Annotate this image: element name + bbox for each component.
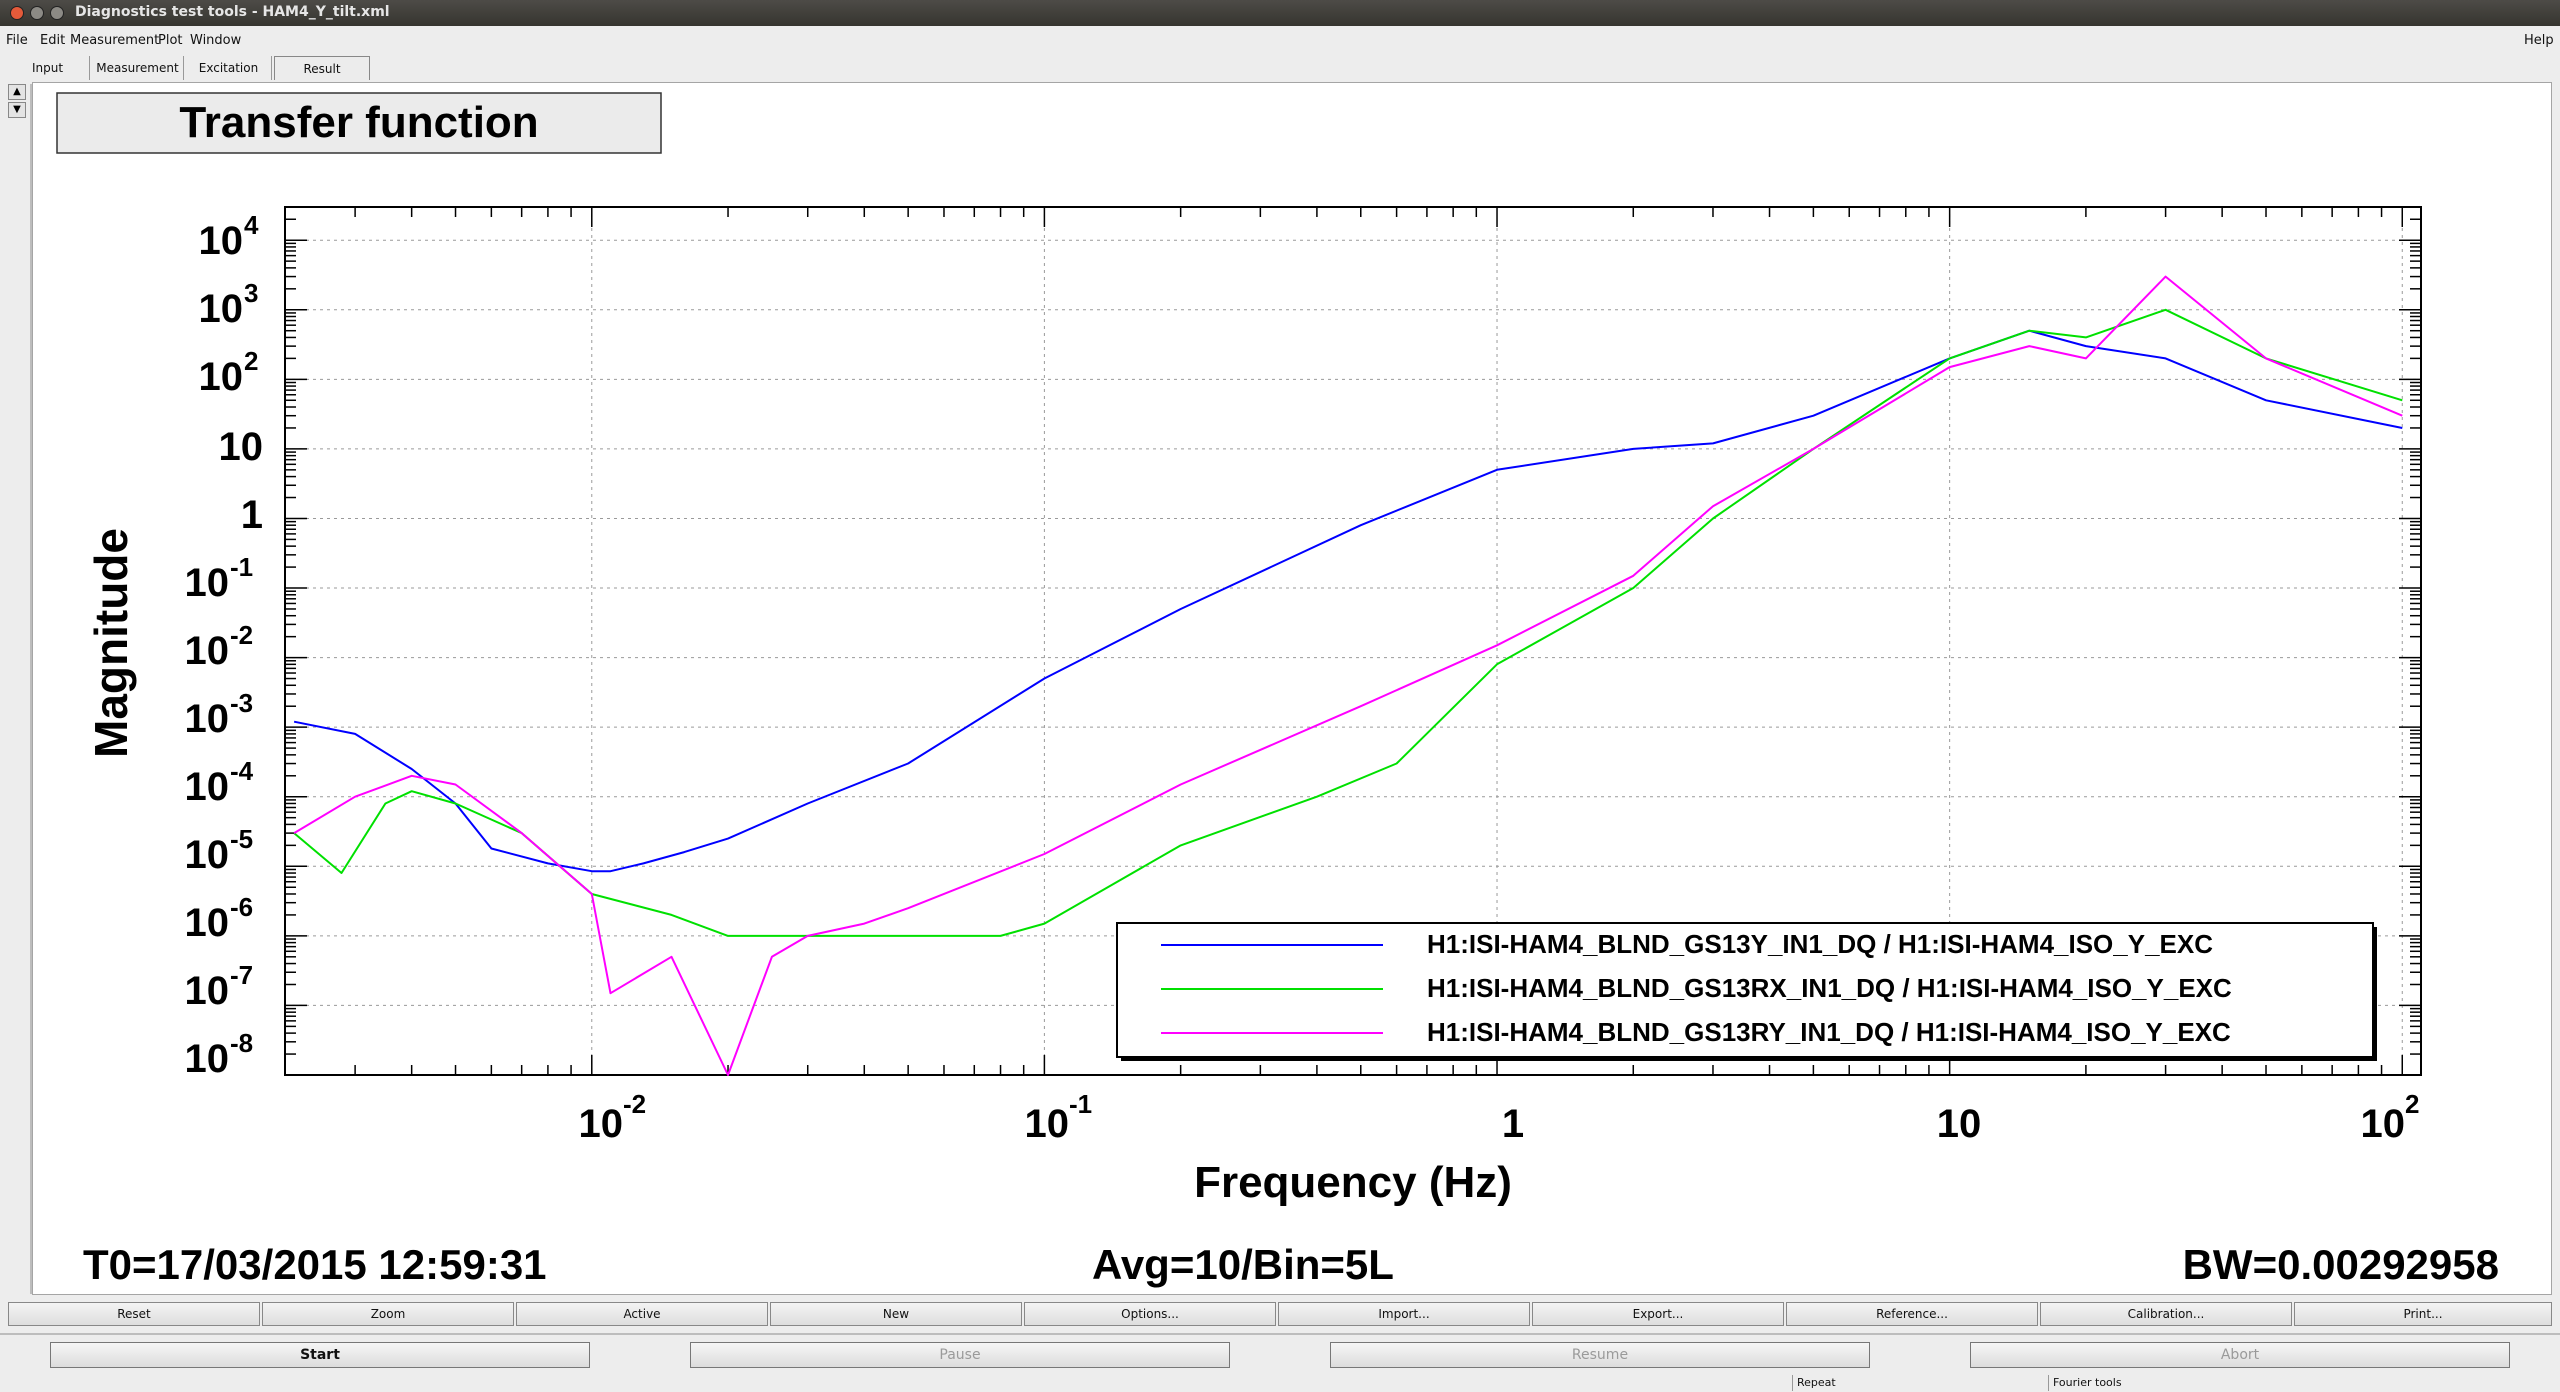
- x-tick-exponent: 2: [2405, 1089, 2419, 1119]
- x-axis-tick-labels: 10 -2 10 -1 1 10 10 2: [579, 1089, 2420, 1146]
- y-tick-exponent: -7: [230, 960, 253, 990]
- footer-averages: Avg=10/Bin=5L: [1092, 1241, 1394, 1288]
- status-bar: Repeat Fourier tools: [0, 1374, 2560, 1392]
- y-tick-label: 10: [219, 425, 264, 469]
- y-tick-exponent: 4: [244, 210, 259, 240]
- maximize-window-button[interactable]: [50, 6, 64, 20]
- menu-file[interactable]: File: [6, 33, 28, 48]
- import-button[interactable]: Import...: [1278, 1302, 1530, 1326]
- scroll-down-button[interactable]: ▼: [8, 102, 26, 118]
- reference-button[interactable]: Reference...: [1786, 1302, 2038, 1326]
- menu-measurement[interactable]: Measurement: [70, 33, 159, 48]
- new-button[interactable]: New: [770, 1302, 1022, 1326]
- x-axis-label: Frequency (Hz): [1194, 1158, 1512, 1207]
- y-tick-label: 10: [185, 629, 230, 673]
- calibration-button[interactable]: Calibration...: [2040, 1302, 2292, 1326]
- footer-bandwidth: BW=0.00292958: [2183, 1241, 2499, 1288]
- y-tick-label: 10: [185, 697, 230, 741]
- y-tick-label: 10: [199, 355, 244, 399]
- y-tick-exponent: -4: [230, 756, 254, 786]
- status-fourier-tools: Fourier tools: [2048, 1375, 2348, 1391]
- legend-shadow: [2373, 927, 2377, 1061]
- abort-button[interactable]: Abort: [1970, 1342, 2510, 1368]
- pause-button[interactable]: Pause: [690, 1342, 1230, 1368]
- legend-shadow: [1121, 1057, 2377, 1061]
- y-axis-tick-labels: 10 4 10 3 10 2 10 1 10 -1 10 -2 10 -3 10…: [185, 210, 264, 1081]
- tab-measurement[interactable]: Measurement: [92, 56, 184, 80]
- y-tick-exponent: 2: [244, 346, 258, 376]
- active-button[interactable]: Active: [516, 1302, 768, 1326]
- y-tick-label: 10: [185, 765, 230, 809]
- y-tick-exponent: -1: [230, 552, 253, 582]
- y-tick-exponent: -8: [230, 1028, 253, 1058]
- y-tick-label: 1: [241, 493, 263, 537]
- legend: H1:ISI-HAM4_BLND_GS13Y_IN1_DQ / H1:ISI-H…: [1116, 922, 2377, 1061]
- series-gs13rx-line: [293, 308, 2403, 937]
- y-tick-label: 10: [185, 901, 230, 945]
- y-tick-label: 10: [199, 219, 244, 263]
- minimize-window-button[interactable]: [30, 6, 44, 20]
- y-tick-label: 10: [185, 1037, 230, 1081]
- resume-button[interactable]: Resume: [1330, 1342, 1870, 1368]
- y-axis-label: Magnitude: [85, 528, 137, 758]
- options-button[interactable]: Options...: [1024, 1302, 1276, 1326]
- footer-start-time: T0=17/03/2015 12:59:31: [83, 1241, 547, 1288]
- y-tick-label: 10: [185, 969, 230, 1013]
- y-tick-exponent: 3: [244, 278, 258, 308]
- diagnostics-window: Diagnostics test tools - HAM4_Y_tilt.xml…: [0, 0, 2560, 1392]
- plot-toolbar: Reset Zoom Active New Options... Import.…: [8, 1302, 2552, 1328]
- x-tick-exponent: -1: [1069, 1089, 1092, 1119]
- x-tick-label: 10: [2361, 1102, 2406, 1146]
- menu-window[interactable]: Window: [190, 33, 241, 48]
- y-tick-exponent: -6: [230, 892, 253, 922]
- zoom-button[interactable]: Zoom: [262, 1302, 514, 1326]
- print-button[interactable]: Print...: [2294, 1302, 2552, 1326]
- y-tick-exponent: -3: [230, 688, 253, 718]
- window-title: Diagnostics test tools - HAM4_Y_tilt.xml: [75, 4, 390, 20]
- y-tick-label: 10: [199, 287, 244, 331]
- y-tick-label: 10: [185, 833, 230, 877]
- legend-label-gs13y: H1:ISI-HAM4_BLND_GS13Y_IN1_DQ / H1:ISI-H…: [1427, 929, 2213, 959]
- side-scroll-strip: ▲ ▼: [8, 84, 28, 118]
- plot-title: Transfer function: [179, 98, 538, 147]
- reset-button[interactable]: Reset: [8, 1302, 260, 1326]
- menu-plot[interactable]: Plot: [158, 33, 183, 48]
- menu-help[interactable]: Help: [2524, 33, 2554, 48]
- y-tick-label: 10: [185, 561, 230, 605]
- title-bar: Diagnostics test tools - HAM4_Y_tilt.xml: [0, 0, 2560, 26]
- close-window-button[interactable]: [10, 6, 24, 20]
- tab-input[interactable]: Input: [6, 56, 90, 80]
- x-tick-label: 10: [1025, 1102, 1070, 1146]
- tab-result[interactable]: Result: [274, 56, 370, 80]
- status-repeat: Repeat: [1792, 1375, 2046, 1391]
- start-button[interactable]: Start: [50, 1342, 590, 1368]
- plot-canvas[interactable]: Transfer function 10 -2 10 -1 1 10 10 2 …: [32, 82, 2552, 1295]
- x-tick-label: 10: [1937, 1102, 1982, 1146]
- menu-edit[interactable]: Edit: [40, 33, 65, 48]
- y-tick-exponent: -5: [230, 824, 253, 854]
- y-tick-exponent: -2: [230, 620, 253, 650]
- menu-bar: File Edit Measurement Plot Window Help: [0, 28, 2560, 54]
- series-gs13y-line: [293, 329, 2403, 873]
- x-tick-label: 10: [579, 1102, 624, 1146]
- run-controls: Start Pause Resume Abort: [0, 1342, 2560, 1370]
- legend-label-gs13rx: H1:ISI-HAM4_BLND_GS13RX_IN1_DQ / H1:ISI-…: [1427, 973, 2232, 1003]
- transfer-function-plot[interactable]: Transfer function 10 -2 10 -1 1 10 10 2 …: [33, 83, 2553, 1296]
- export-button[interactable]: Export...: [1532, 1302, 1784, 1326]
- separator: [0, 1333, 2560, 1335]
- legend-label-gs13ry: H1:ISI-HAM4_BLND_GS13RY_IN1_DQ / H1:ISI-…: [1427, 1017, 2231, 1047]
- x-tick-label: 1: [1502, 1102, 1524, 1146]
- tab-excitation[interactable]: Excitation: [186, 56, 272, 80]
- x-tick-exponent: -2: [623, 1089, 646, 1119]
- scroll-up-button[interactable]: ▲: [8, 84, 26, 100]
